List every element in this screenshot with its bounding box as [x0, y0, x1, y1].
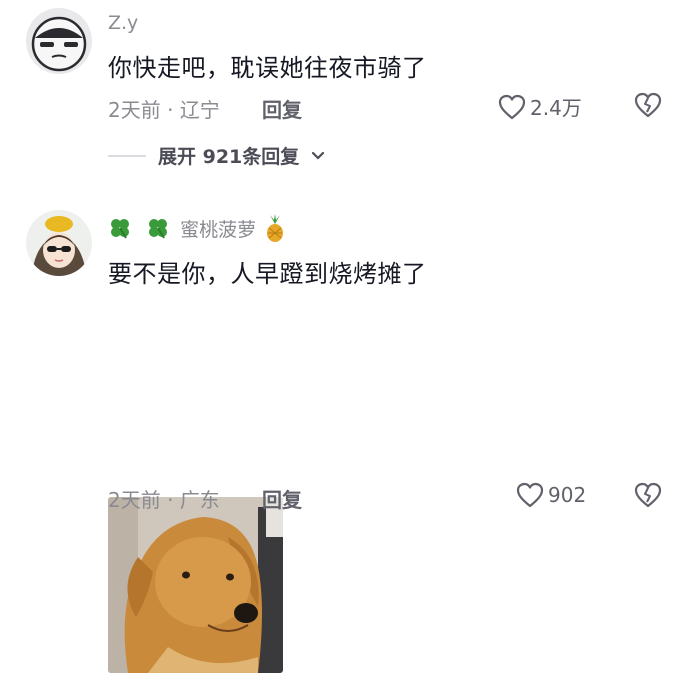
like-count: 2.4万 [530, 96, 582, 120]
broken-heart-icon [634, 92, 662, 118]
dislike-button[interactable] [634, 482, 662, 512]
comment-location: 辽宁 [179, 98, 220, 122]
comment-time: 2天前 [108, 98, 161, 122]
reply-button[interactable]: 回复 [262, 94, 302, 123]
chevron-down-icon [312, 151, 325, 160]
cartoon-face-avatar-icon [26, 8, 92, 74]
username-row[interactable]: 蜜桃菠萝 [108, 214, 286, 242]
avatar[interactable] [26, 210, 92, 276]
expand-replies-label: 展开 921条回复 [158, 146, 300, 168]
avatar[interactable] [26, 8, 92, 74]
comment-location: 广东 [179, 488, 220, 512]
comment-text: 你快走吧，耽误她往夜市骑了 [108, 54, 427, 82]
like-count: 902 [548, 483, 587, 507]
four-leaf-clover-icon [111, 219, 129, 239]
expand-divider-line [108, 154, 146, 157]
four-leaf-clover-icon [149, 219, 168, 239]
like-button[interactable]: 2.4万 [498, 92, 582, 121]
comment-item: 蜜桃菠萝 要不是你，人早蹬到烧烤摊了 2天前 · 广东 回复 902 [0, 200, 690, 673]
dog-photo-icon [108, 497, 283, 673]
dislike-button[interactable] [634, 92, 662, 122]
comment-text: 要不是你，人早蹬到烧烤摊了 [108, 260, 427, 288]
username: 蜜桃菠萝 [180, 218, 257, 241]
meta-separator: · [167, 488, 174, 512]
broken-heart-icon [634, 482, 662, 508]
comment-image[interactable] [108, 497, 283, 673]
pineapple-icon [267, 214, 284, 242]
heart-icon [498, 94, 526, 119]
meta-separator: · [167, 98, 174, 122]
comment-time: 2天前 [108, 488, 161, 512]
expand-replies-button[interactable]: 展开 921条回复 [108, 142, 325, 169]
heart-icon [516, 482, 544, 508]
like-button[interactable]: 902 [516, 482, 586, 508]
comment-item: Z.y 你快走吧，耽误她往夜市骑了 2天前 · 辽宁 回复 2.4万 展开 92… [0, 0, 690, 180]
comment-meta: 2天前 · 辽宁 [108, 94, 220, 123]
reply-button[interactable]: 回复 [262, 484, 302, 513]
comment-meta: 2天前 · 广东 [108, 484, 220, 513]
username[interactable]: Z.y [108, 12, 138, 34]
girl-with-sunglasses-avatar-icon [26, 210, 92, 276]
